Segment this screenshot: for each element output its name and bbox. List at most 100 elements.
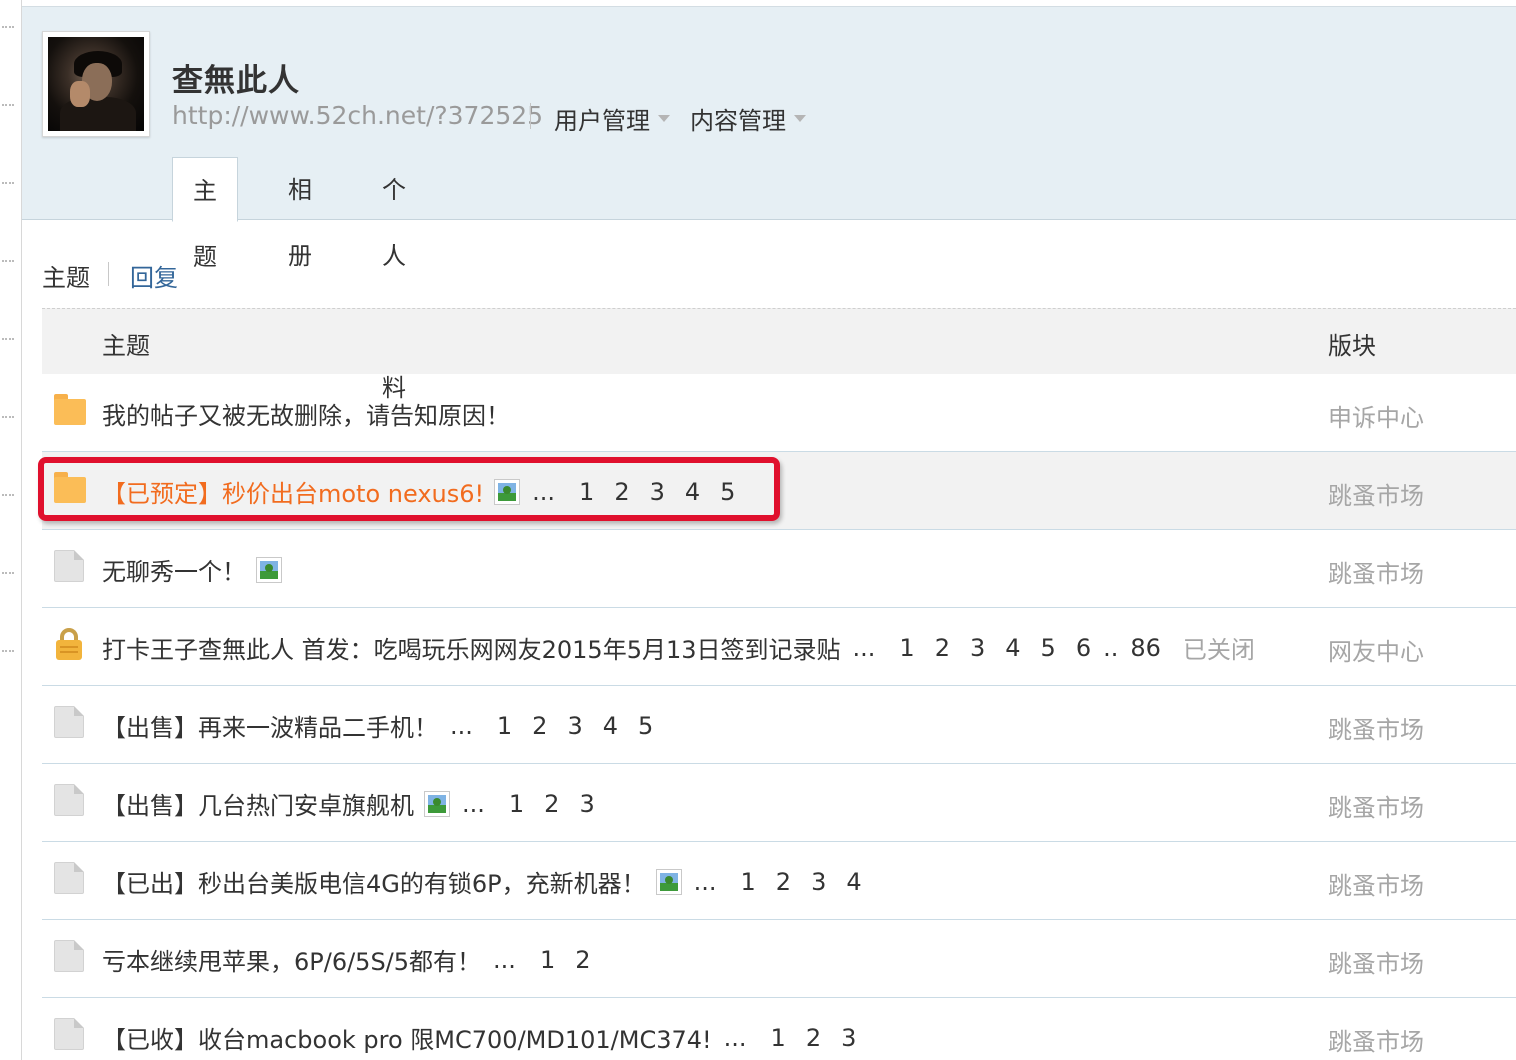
page-link[interactable]: 2 [532, 712, 547, 740]
table-row: 【出售】几台热门安卓旗舰机... 1 2 3 跳蚤市场 [42, 764, 1516, 842]
avatar[interactable] [42, 31, 150, 137]
avatar-image [48, 37, 144, 131]
dotted-divider [2, 26, 14, 28]
dotted-divider [2, 338, 14, 340]
chevron-down-icon [794, 114, 806, 122]
forum-link[interactable]: 申诉中心 [1328, 398, 1424, 433]
chevron-down-icon [658, 114, 670, 122]
page-link[interactable]: 3 [970, 634, 985, 662]
image-attachment-icon [256, 556, 282, 583]
user-management-menu[interactable]: 用户管理 [554, 101, 670, 136]
forum-link[interactable]: 跳蚤市场 [1328, 554, 1424, 589]
table-row: 我的帖子又被无故删除，请告知原因！ 申诉中心 [42, 374, 1516, 452]
topic-title-cell: 无聊秀一个！ [102, 552, 292, 587]
user-url-link[interactable]: http://www.52ch.net/?372525 [172, 101, 543, 130]
page-link[interactable]: 1 [509, 790, 524, 818]
folder-body [54, 399, 86, 425]
page-link[interactable]: 2 [806, 1024, 821, 1052]
topic-title-cell: 【出售】再来一波精品二手机！... 1 2 3 4 5 [102, 708, 663, 743]
pagination-ellipsis: ... [493, 945, 516, 974]
page-link[interactable]: 1 [497, 712, 512, 740]
subtab-topics[interactable]: 主题 [42, 258, 90, 293]
left-sidebar-edge [0, 0, 22, 1060]
tab-topics[interactable]: 主题 [172, 157, 238, 271]
page-link[interactable]: 2 [575, 946, 590, 974]
page-fold [74, 784, 84, 794]
dotted-divider [2, 104, 14, 106]
forum-link[interactable]: 跳蚤市场 [1328, 788, 1424, 823]
lock-body [56, 640, 82, 660]
user-name[interactable]: 查無此人 [172, 55, 300, 100]
user-management-label: 用户管理 [554, 107, 650, 135]
page-link[interactable]: 1 [540, 946, 555, 974]
topic-title-link[interactable]: 【出售】几台热门安卓旗舰机 [102, 786, 414, 821]
page-link[interactable]: 3 [579, 790, 594, 818]
topic-title-cell: 【已出】秒出台美版电信4G的有锁6P，充新机器！... 1 2 3 4 [102, 864, 872, 899]
table-row: 亏本继续甩苹果，6P/6/5S/5都有！... 1 2 跳蚤市场 [42, 920, 1516, 998]
page-link[interactable]: 3 [811, 868, 826, 896]
page-icon [52, 706, 86, 740]
page-icon [52, 862, 86, 896]
forum-link[interactable]: 跳蚤市场 [1328, 944, 1424, 979]
table-row: 打卡王子查無此人 首发：吃喝玩乐网网友2015年5月13日签到记录贴... 1 2 3… [42, 608, 1516, 686]
forum-link[interactable]: 跳蚤市场 [1328, 866, 1424, 901]
topic-title-link[interactable]: 亏本继续甩苹果，6P/6/5S/5都有！ [102, 942, 481, 977]
table-row: 【出售】再来一波精品二手机！... 1 2 3 4 5 跳蚤市场 [42, 686, 1516, 764]
pagination-ellipsis: ... [462, 789, 485, 818]
page-link[interactable]: 1 [741, 868, 756, 896]
page-fold [74, 706, 84, 716]
forum-link[interactable]: 跳蚤市场 [1328, 1022, 1424, 1057]
topic-title-cell: 打卡王子查無此人 首发：吃喝玩乐网网友2015年5月13日签到记录贴... 1 2 3… [102, 630, 1255, 665]
subtab-replies[interactable]: 回复 [130, 258, 178, 293]
content-management-label: 内容管理 [690, 107, 786, 135]
page-link[interactable]: 5 [1041, 634, 1056, 662]
forum-link[interactable]: 跳蚤市场 [1328, 476, 1424, 511]
topic-title-cell: 【已收】收台macbook pro 限MC700/MD101/MC374!...… [102, 1020, 866, 1055]
dotted-divider [2, 650, 14, 652]
topic-title-link[interactable]: 【出售】再来一波精品二手机！ [102, 708, 438, 743]
topic-title-link[interactable]: 【已出】秒出台美版电信4G的有锁6P，充新机器！ [102, 864, 646, 899]
page-link[interactable]: 4 [603, 712, 618, 740]
forum-link[interactable]: 跳蚤市场 [1328, 710, 1424, 745]
image-attachment-icon [424, 790, 450, 817]
page-link[interactable]: 3 [567, 712, 582, 740]
tab-album[interactable]: 相册 [268, 157, 332, 270]
page-link[interactable]: 4 [1005, 634, 1020, 662]
page-link[interactable]: 86 [1130, 634, 1161, 662]
page-link[interactable]: 2 [544, 790, 559, 818]
folder-new-icon [52, 394, 86, 428]
separator [530, 103, 531, 129]
status-badge: 已关闭 [1182, 636, 1255, 664]
forum-link[interactable]: 网友中心 [1328, 632, 1424, 667]
page-link[interactable]: 1 [899, 634, 914, 662]
pagination-ellipsis: .. [1103, 633, 1119, 662]
page-link[interactable]: 3 [841, 1024, 856, 1052]
topic-title-link[interactable]: 我的帖子又被无故删除，请告知原因！ [102, 396, 510, 431]
topic-title-link[interactable]: 无聊秀一个！ [102, 552, 246, 587]
page-link[interactable]: 1 [771, 1024, 786, 1052]
topic-table: 主题 版块 我的帖子又被无故删除，请告知原因！ 申诉中心 【已预定】秒价出台moto… [42, 308, 1516, 1060]
page-fold [74, 862, 84, 872]
content-management-menu[interactable]: 内容管理 [690, 101, 806, 136]
page-icon [52, 940, 86, 974]
topic-title-link[interactable]: 【已收】收台macbook pro 限MC700/MD101/MC374! [102, 1020, 712, 1055]
page-icon [52, 784, 86, 818]
table-row: 【已出】秒出台美版电信4G的有锁6P，充新机器！... 1 2 3 4 跳蚤市场 [42, 842, 1516, 920]
pagination-ellipsis: ... [852, 633, 876, 662]
topic-title-cell: 亏本继续甩苹果，6P/6/5S/5都有！... 1 2 [102, 942, 601, 977]
tab-profile[interactable]: 个人资料 [362, 157, 426, 402]
page-link[interactable]: 4 [846, 868, 861, 896]
column-header-forum: 版块 [1328, 332, 1376, 360]
page-link[interactable]: 5 [638, 712, 653, 740]
separator [108, 262, 109, 286]
page-link[interactable]: 6 [1076, 634, 1091, 662]
column-header-topic: 主题 [102, 332, 150, 360]
page-link[interactable]: 2 [776, 868, 791, 896]
table-row: 【已收】收台macbook pro 限MC700/MD101/MC374!...… [42, 998, 1516, 1060]
table-row: 无聊秀一个！ 跳蚤市场 [42, 530, 1516, 608]
page-icon [52, 550, 86, 584]
topic-title-link[interactable]: 打卡王子查無此人 首发：吃喝玩乐网网友2015年5月13日签到记录贴 [102, 630, 841, 665]
table-header: 主题 版块 [42, 308, 1516, 374]
page-link[interactable]: 2 [935, 634, 950, 662]
dotted-divider [2, 182, 14, 184]
